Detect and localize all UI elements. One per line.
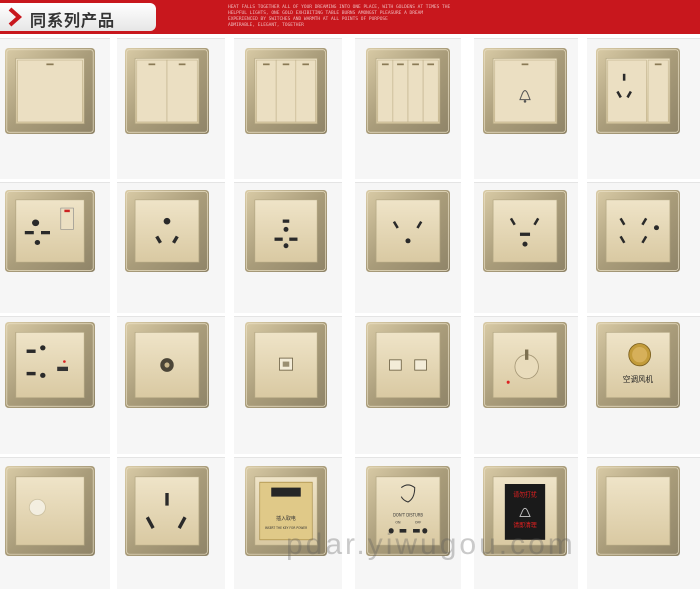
svg-text:DON'T DISTURB: DON'T DISTURB <box>393 512 423 517</box>
five-pin-socket-alt-image[interactable] <box>483 190 567 272</box>
three-pin-socket-image[interactable] <box>125 190 209 272</box>
switch-1-gang-image[interactable] <box>5 48 95 134</box>
tv-socket-image[interactable] <box>125 322 209 408</box>
svg-text:ON: ON <box>395 520 401 524</box>
dual-data-socket-image[interactable] <box>366 322 450 408</box>
section-title: 同系列产品 <box>30 11 116 30</box>
doorbell-switch-image[interactable] <box>483 48 567 134</box>
page-header: 同系列产品 HEAT FALLS TOGETHER ALL OF YOUR DR… <box>0 0 700 34</box>
switch-socket-combo-image[interactable] <box>596 48 680 134</box>
dimmer-switch-image[interactable] <box>483 322 567 408</box>
telephone-socket-image[interactable] <box>245 322 327 408</box>
multi-function-socket-image[interactable] <box>245 190 327 272</box>
switch-4-gang-image[interactable] <box>366 48 450 134</box>
svg-text:插入取电: 插入取电 <box>276 514 296 522</box>
five-pin-socket-switch-image[interactable] <box>596 190 680 272</box>
ac-fan-switch-image[interactable]: 空调风机 <box>596 322 680 408</box>
same-series-tab[interactable]: 同系列产品 <box>0 3 156 31</box>
universal-socket-with-switch-image[interactable] <box>5 190 95 272</box>
blank-plate-image[interactable] <box>596 466 680 556</box>
header-tagline: HEAT FALLS TOGETHER ALL OF YOUR DREAMING… <box>228 5 451 28</box>
multi-socket-usb-image[interactable] <box>5 322 95 408</box>
five-pin-socket-image[interactable] <box>366 190 450 272</box>
16a-socket-image[interactable] <box>125 466 209 556</box>
switch-3-gang-image[interactable] <box>245 48 327 134</box>
chevron-right-icon <box>8 7 23 27</box>
watermark-text: pdar.yiwugou.com <box>286 528 576 561</box>
svg-text:OFF: OFF <box>415 520 421 524</box>
svg-text:请勿打扰: 请勿打扰 <box>513 490 536 498</box>
sensor-switch-image[interactable] <box>5 466 95 556</box>
svg-text:空调风机: 空调风机 <box>623 374 654 384</box>
switch-2-gang-image[interactable] <box>125 48 209 134</box>
